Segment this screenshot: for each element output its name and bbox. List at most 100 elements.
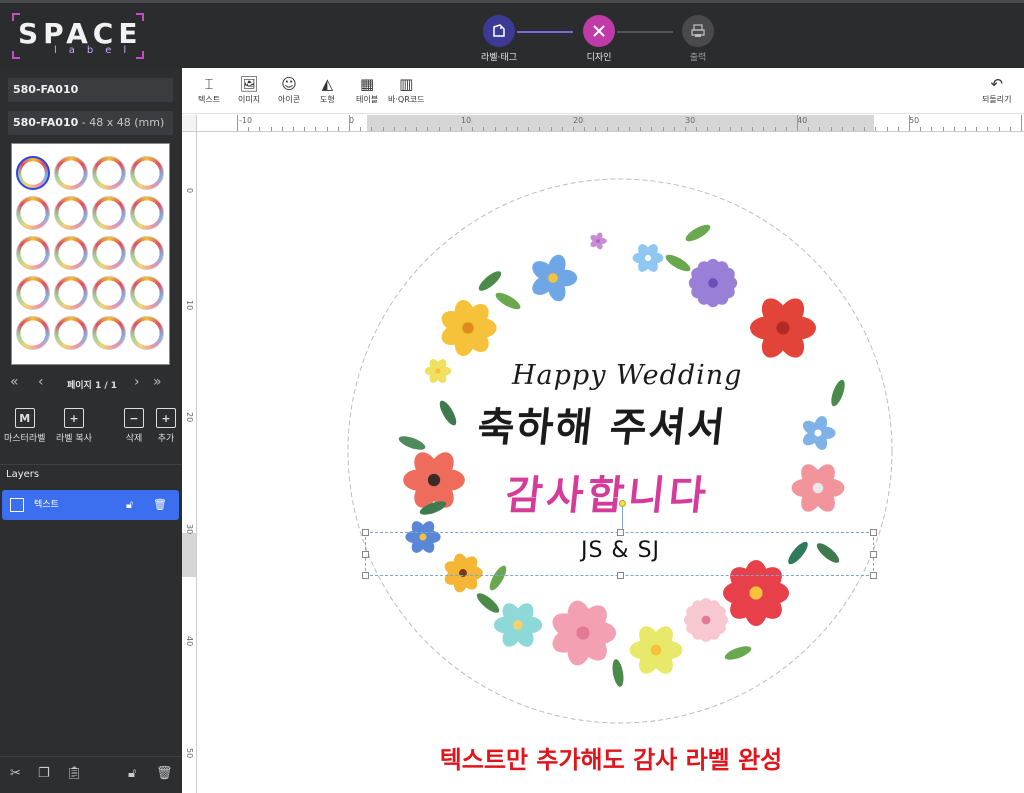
mini-label[interactable] <box>92 276 126 310</box>
mini-label[interactable] <box>16 276 50 310</box>
congratulations-text[interactable]: 축하해 주셔서 <box>475 395 730 453</box>
ruler-tick <box>337 127 339 131</box>
rotate-handle[interactable] <box>619 500 626 507</box>
undo-icon: ↶ <box>990 75 1004 93</box>
mini-label[interactable] <box>54 196 88 230</box>
design-canvas[interactable]: Happy Wedding 축하해 주셔서 감사합니다 JS & SJ 텍스트만… <box>198 133 1024 793</box>
ruler-tick <box>281 127 283 131</box>
resize-handle[interactable] <box>870 572 877 579</box>
mini-label[interactable] <box>130 316 164 350</box>
mini-label[interactable] <box>92 236 126 270</box>
product-code-field[interactable]: 580-FA010 <box>8 78 173 102</box>
ruler-tick <box>237 115 238 131</box>
thank-you-text[interactable]: 감사합니다 <box>503 463 713 521</box>
vertical-ruler: 0 10 20 30 40 50 <box>182 132 197 793</box>
mini-label[interactable] <box>130 196 164 230</box>
table-tool-button[interactable]: ▦ 테이블 <box>356 74 378 105</box>
toolbar-label: 도형 <box>320 95 335 104</box>
ruler-tick <box>931 127 933 131</box>
mini-label[interactable] <box>16 316 50 350</box>
text-layer-icon <box>10 498 24 512</box>
mini-label[interactable] <box>16 196 50 230</box>
step-design[interactable]: 디자인 <box>569 15 629 63</box>
prev-page-icon[interactable]: ‹ <box>38 374 44 390</box>
trash-icon[interactable]: 🗑︎ <box>156 766 173 781</box>
resize-handle[interactable] <box>617 529 624 536</box>
image-tool-button[interactable]: 🖼︎ 이미지 <box>238 74 260 105</box>
mini-label[interactable] <box>54 236 88 270</box>
logo[interactable]: SPACE label <box>12 13 144 59</box>
mini-label[interactable] <box>130 156 164 190</box>
ruler-highlight <box>182 533 196 577</box>
ruler-tick <box>606 127 608 131</box>
ruler-tick <box>382 127 384 131</box>
ruler-tick <box>393 127 395 131</box>
step-progress: 라벨·태그 디자인 출력 <box>481 15 724 67</box>
master-label-button[interactable]: M 마스터라벨 <box>4 408 45 444</box>
ruler-tick <box>528 127 530 131</box>
product-size-field[interactable]: 580-FA010 - 48 x 48 (mm) <box>8 111 173 135</box>
mini-label[interactable] <box>16 236 50 270</box>
undo-button[interactable]: ↶ 되돌리기 <box>982 74 1011 105</box>
icon-tool-button[interactable]: ☺ 아이콘 <box>278 74 300 105</box>
resize-handle[interactable] <box>870 551 877 558</box>
first-page-icon[interactable]: « <box>10 374 19 390</box>
ruler-tick <box>349 115 350 131</box>
mini-label[interactable] <box>92 316 126 350</box>
leaf-illustration <box>478 271 502 291</box>
step-label-tag[interactable]: 라벨·태그 <box>469 15 529 63</box>
text-tool-button[interactable]: ⌶ 텍스트 <box>198 74 220 105</box>
lock-icon[interactable]: 🔓︎ <box>128 766 136 781</box>
last-page-icon[interactable]: » <box>153 374 162 390</box>
resize-handle[interactable] <box>870 529 877 536</box>
ruler-tick <box>494 127 496 131</box>
selected-text-box[interactable]: JS & SJ <box>362 529 877 579</box>
ruler-tick <box>438 127 440 131</box>
ruler-tick <box>729 127 731 131</box>
resize-handle[interactable] <box>362 551 369 558</box>
mini-label[interactable] <box>92 156 126 190</box>
leaf-illustration <box>476 593 500 613</box>
toolbar-label: 되돌리기 <box>982 95 1012 104</box>
mini-label[interactable] <box>16 156 50 190</box>
delete-label-button[interactable]: − 삭제 <box>124 408 144 444</box>
mini-label[interactable] <box>54 156 88 190</box>
next-page-icon[interactable]: › <box>134 374 140 390</box>
ruler-tick <box>662 127 664 131</box>
ruler-tick <box>685 127 686 131</box>
happy-wedding-text[interactable]: Happy Wedding <box>512 360 742 391</box>
mini-label[interactable] <box>130 276 164 310</box>
mini-label[interactable] <box>54 316 88 350</box>
ruler-label: 10 <box>185 300 194 311</box>
leaf-illustration <box>439 400 457 426</box>
step-print[interactable]: 출력 <box>668 15 728 63</box>
mini-label[interactable] <box>54 276 88 310</box>
resize-handle[interactable] <box>362 572 369 579</box>
resize-handle[interactable] <box>617 572 624 579</box>
duplicate-icon[interactable]: ❐ <box>38 766 50 781</box>
mini-label[interactable] <box>130 236 164 270</box>
ruler-tick <box>819 127 821 131</box>
mini-label[interactable] <box>92 196 126 230</box>
ruler-tick <box>550 127 552 131</box>
barcode-tool-button[interactable]: ▥ 바·QR코드 <box>388 74 424 105</box>
tool-label: 삭제 <box>125 434 143 444</box>
initials-text[interactable]: JS & SJ <box>366 538 875 563</box>
ruler-tick <box>517 127 518 131</box>
lock-icon[interactable]: 🔓︎ <box>126 490 133 520</box>
add-label-button[interactable]: + 추가 <box>156 408 176 444</box>
copy-label-button[interactable]: + 라벨 복사 <box>56 408 92 444</box>
paste-icon[interactable]: 📋︎ <box>66 766 83 781</box>
sheet-thumbnail[interactable] <box>11 143 170 365</box>
ruler-label: 10 <box>461 116 472 125</box>
shape-tool-button[interactable]: ◭ 도형 <box>320 74 335 105</box>
trash-icon[interactable]: 🗑︎ <box>153 490 167 520</box>
ruler-label: 40 <box>185 636 194 647</box>
resize-handle[interactable] <box>362 529 369 536</box>
tool-label: 라벨 복사 <box>56 434 92 444</box>
leaf-illustration <box>724 646 752 660</box>
cut-icon[interactable]: ✂ <box>10 766 21 781</box>
ruler-tick <box>315 127 317 131</box>
layer-item-text[interactable]: 텍스트 🔓︎ 🗑︎ <box>2 490 179 520</box>
ruler-tick <box>920 127 922 131</box>
